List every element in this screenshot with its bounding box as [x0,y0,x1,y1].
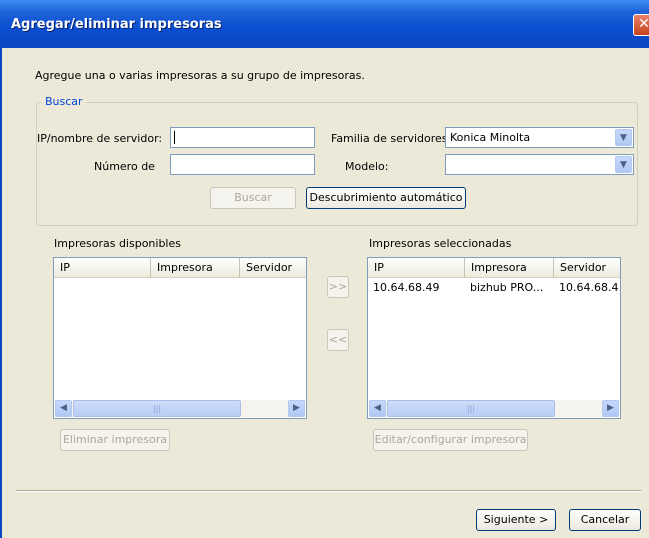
row-ip: 10.64.68.49 [373,281,440,294]
title-bar: Agregar/eliminar impresoras ✕ [0,0,649,48]
scroll-thumb[interactable]: ||| [387,400,555,417]
scroll-thumb[interactable]: ||| [73,400,241,417]
search-button[interactable]: Buscar [210,187,296,209]
column-printer[interactable]: Impresora [151,258,240,278]
footer-divider [16,490,641,492]
search-legend: Buscar [42,95,86,108]
scroll-left-icon[interactable]: ◀ [55,400,72,417]
next-button[interactable]: Siguiente > [476,509,556,531]
dialog-window: Agregar/eliminar impresoras ✕ Agregue un… [0,0,649,538]
auto-discovery-button[interactable]: Descubrimiento automático [306,187,466,209]
number-label: Número de [94,160,155,173]
selected-list-header: IP Impresora Servidor [368,258,620,278]
table-row[interactable]: 10.64.68.49 bizhub PRO... 10.64.68.4! [368,279,620,296]
selected-list[interactable]: IP Impresora Servidor 10.64.68.49 bizhub… [367,257,621,419]
selected-label: Impresoras seleccionadas [369,237,512,250]
dialog-content: Agregue una o varias impresoras a su gru… [0,48,649,538]
server-label: IP/nombre de servidor: [37,132,163,145]
scroll-left-icon[interactable]: ◀ [369,400,386,417]
add-to-selected-button[interactable]: >> [327,276,349,298]
remove-printer-button[interactable]: Eliminar impresora [60,429,170,451]
selected-hscrollbar[interactable]: ◀ ||| ▶ [369,400,619,417]
column-server[interactable]: Servidor [240,258,306,278]
available-list[interactable]: IP Impresora Servidor ◀ ||| ▶ [53,257,307,419]
number-input[interactable] [170,154,315,175]
scroll-right-icon[interactable]: ▶ [288,400,305,417]
scroll-right-icon[interactable]: ▶ [602,400,619,417]
column-ip[interactable]: IP [368,258,465,278]
family-select-value: Konica Minolta [450,131,531,144]
family-select[interactable]: Konica Minolta ▼ [445,127,634,148]
available-list-header: IP Impresora Servidor [54,258,306,278]
chevron-down-icon[interactable]: ▼ [615,156,632,173]
remove-from-selected-button[interactable]: << [327,329,349,351]
edit-printer-button[interactable]: Editar/configurar impresora [373,429,528,451]
intro-text: Agregue una o varias impresoras a su gru… [35,69,365,82]
available-label: Impresoras disponibles [54,237,181,250]
family-label: Familia de servidores: [331,132,452,145]
model-select[interactable]: ▼ [445,154,634,175]
column-printer[interactable]: Impresora [465,258,554,278]
column-server[interactable]: Servidor [554,258,620,278]
window-title: Agregar/eliminar impresoras [11,17,222,32]
row-printer: bizhub PRO... [470,281,544,294]
available-hscrollbar[interactable]: ◀ ||| ▶ [55,400,305,417]
server-input[interactable] [170,127,315,148]
close-icon[interactable]: ✕ [633,14,649,36]
chevron-down-icon[interactable]: ▼ [615,129,632,146]
text-caret [174,131,175,144]
cancel-button[interactable]: Cancelar [569,509,641,531]
column-ip[interactable]: IP [54,258,151,278]
model-label: Modelo: [345,160,389,173]
row-server: 10.64.68.4! [559,281,621,294]
